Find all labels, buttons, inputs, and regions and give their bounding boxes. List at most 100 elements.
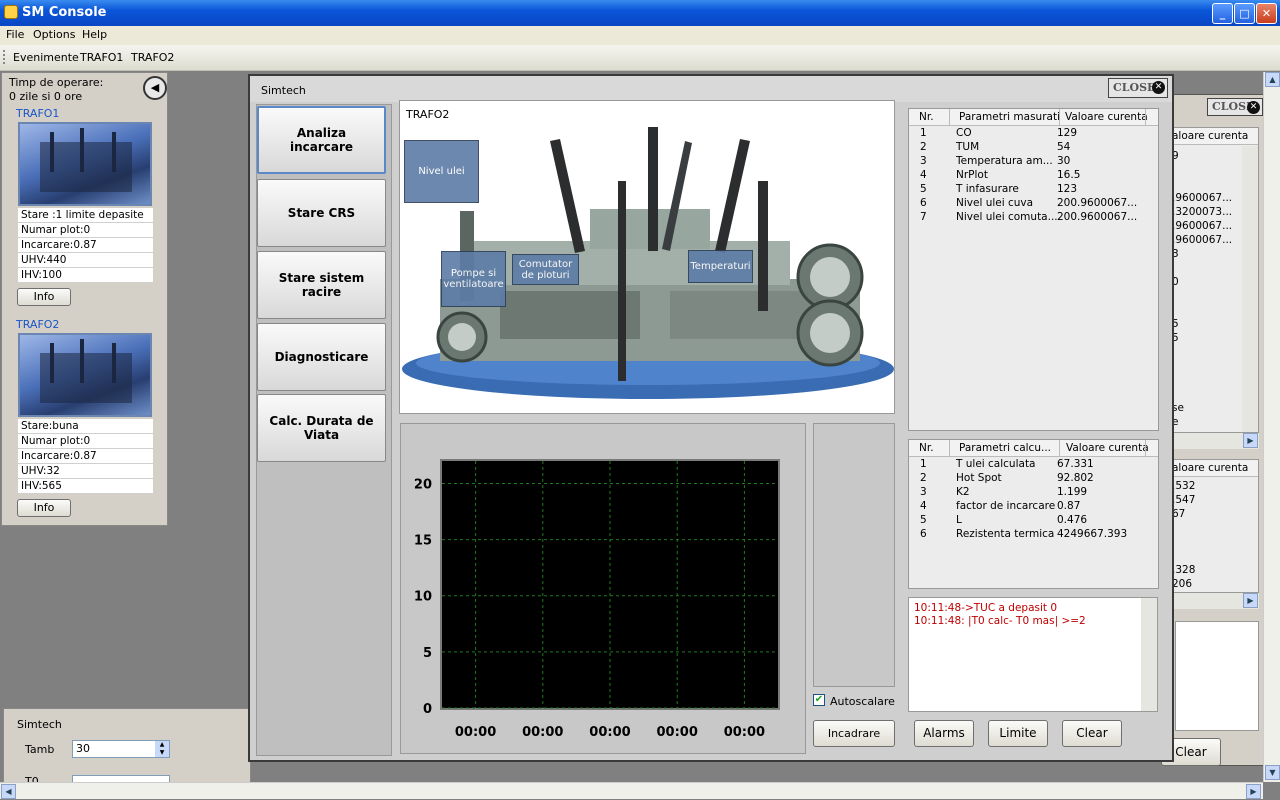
toolbar-evenimente[interactable]: Evenimente	[13, 51, 79, 64]
measured-row[interactable]: 1 CO 129	[909, 126, 1158, 140]
tamb-spinner[interactable]: ▲ ▼	[155, 741, 169, 757]
col-nr[interactable]: Nr.	[919, 111, 934, 123]
bottom-panel-title: Simtech	[17, 718, 62, 731]
row-param: CO	[956, 127, 972, 139]
row-nr: 3	[920, 155, 927, 167]
simtech-close-button[interactable]: CLOSE ✕	[1108, 78, 1168, 98]
back-hscroll-2[interactable]: ▶	[1169, 593, 1259, 609]
calculated-row[interactable]: 2 Hot Spot 92.802	[909, 471, 1158, 485]
x-tick-label: 00:00	[724, 725, 765, 740]
trafo1-info-button[interactable]: Info	[17, 288, 71, 306]
col-param[interactable]: Parametri masurati	[959, 111, 1060, 123]
row-nr: 5	[920, 514, 927, 526]
autoscale-checkbox[interactable]: ✔	[813, 694, 825, 706]
collapse-button[interactable]: ◀	[143, 76, 167, 100]
main-vscrollbar[interactable]: ▲ ▼	[1263, 72, 1280, 782]
button-analiza-incarcare[interactable]: Analiza incarcare	[257, 106, 386, 174]
close-x-icon: ✕	[1247, 101, 1260, 114]
back-table-2: aloare curenta .532 .547 67 .328 206	[1169, 459, 1259, 593]
row-nr: 1	[920, 458, 927, 470]
measured-row[interactable]: 3 Temperatura am... 30	[909, 154, 1158, 168]
tamb-label: Tamb	[25, 743, 55, 756]
alarms-button[interactable]: Alarms	[914, 720, 974, 747]
button-calc-durata-viata[interactable]: Calc. Durata de Viata	[257, 394, 386, 462]
main-hscrollbar[interactable]: ◀ ▶	[0, 782, 1263, 799]
back-close-button[interactable]: CLOSE ✕	[1207, 98, 1263, 116]
limite-button[interactable]: Limite	[988, 720, 1048, 747]
calculated-row[interactable]: 3 K2 1.199	[909, 485, 1158, 499]
scroll-up-icon[interactable]: ▲	[1265, 72, 1280, 87]
scroll-right-icon[interactable]: ▶	[1243, 433, 1258, 448]
alarm-scrollbar[interactable]	[1141, 598, 1157, 711]
col-param[interactable]: Parametri calcu...	[959, 442, 1051, 454]
button-stare-crs[interactable]: Stare CRS	[257, 179, 386, 247]
measured-row[interactable]: 4 NrPlot 16.5	[909, 168, 1158, 182]
clear-button[interactable]: Clear	[1062, 720, 1122, 747]
back-value: 67	[1172, 508, 1186, 520]
bottom-simtech-panel: Simtech Tamb 30 ▲▼ T0	[3, 708, 251, 788]
window-title: SM Console	[22, 5, 107, 20]
row-nr: 5	[920, 183, 927, 195]
row-nr: 2	[920, 472, 927, 484]
row-value: 30	[1057, 155, 1071, 167]
toolbar-trafo1[interactable]: TRAFO1	[80, 51, 123, 64]
measured-row[interactable]: 2 TUM 54	[909, 140, 1158, 154]
alarm-line-2: 10:11:48: |T0 calc- T0 mas| >=2	[914, 615, 1086, 627]
calculated-row[interactable]: 5 L 0.476	[909, 513, 1158, 527]
toolbar-trafo2[interactable]: TRAFO2	[131, 51, 174, 64]
bubble-pompe-ventilatoare[interactable]: Pompe si ventilatoare	[441, 251, 506, 307]
menu-file[interactable]: File	[6, 28, 24, 41]
row-param: Rezistenta termica	[956, 528, 1055, 540]
trafo1-title[interactable]: TRAFO1	[16, 107, 59, 120]
row-nr: 4	[920, 169, 927, 181]
close-button[interactable]: ✕	[1256, 3, 1277, 24]
trafo1-plot: Numar plot:0	[18, 223, 153, 238]
scroll-left-icon[interactable]: ◀	[1, 784, 16, 799]
back-scrollbar-1[interactable]	[1242, 146, 1258, 432]
col-value[interactable]: Valoare curenta	[1066, 442, 1149, 454]
back-hscroll-1[interactable]: ▶	[1169, 433, 1259, 449]
bubble-comutator-ploturi[interactable]: Comutator de ploturi	[512, 254, 579, 285]
calculated-row[interactable]: 6 Rezistenta termica 4249667.393	[909, 527, 1158, 541]
maximize-button[interactable]: □	[1234, 3, 1255, 24]
x-tick-label: 00:00	[455, 725, 496, 740]
simtech-title: Simtech	[261, 84, 306, 97]
back-table-2-header: aloare curenta	[1170, 460, 1258, 477]
col-value[interactable]: Valoare curenta	[1065, 111, 1148, 123]
tamb-value: 30	[76, 742, 90, 755]
row-nr: 6	[920, 197, 927, 209]
trafo2-uhv: UHV:32	[18, 464, 153, 479]
measured-row[interactable]: 7 Nivel ulei comuta... 200.9600067...	[909, 210, 1158, 224]
trafo2-title[interactable]: TRAFO2	[16, 318, 59, 331]
toolbar-grip	[3, 50, 6, 64]
trafo2-image[interactable]	[18, 333, 152, 417]
minimize-button[interactable]: _	[1212, 3, 1233, 24]
tamb-input[interactable]: 30 ▲ ▼	[72, 740, 170, 758]
calculated-row[interactable]: 4 factor de incarcare 0.87	[909, 499, 1158, 513]
alarm-line-1: 10:11:48->TUC a depasit 0	[914, 602, 1058, 614]
row-param: Nivel ulei comuta...	[956, 211, 1058, 223]
col-nr[interactable]: Nr.	[919, 442, 934, 454]
chart-side-panel	[813, 423, 895, 687]
button-diagnosticare[interactable]: Diagnosticare	[257, 323, 386, 391]
back-value: .3200073...	[1172, 206, 1233, 218]
menu-help[interactable]: Help	[82, 28, 107, 41]
bubble-nivel-ulei[interactable]: Nivel ulei	[404, 140, 479, 203]
row-param: Temperatura am...	[956, 155, 1053, 167]
trafo1-image[interactable]	[18, 122, 152, 206]
scroll-down-icon[interactable]: ▼	[1265, 765, 1280, 780]
measured-table-header: Nr. Parametri masurati Valoare curenta	[909, 109, 1158, 126]
bubble-temperaturi[interactable]: Temperaturi	[688, 250, 753, 283]
row-value: 123	[1057, 183, 1078, 195]
measured-row[interactable]: 6 Nivel ulei cuva 200.9600067...	[909, 196, 1158, 210]
menu-options[interactable]: Options	[33, 28, 75, 41]
measured-row[interactable]: 5 T infasurare 123	[909, 182, 1158, 196]
fit-button[interactable]: Incadrare	[813, 720, 895, 747]
calculated-row[interactable]: 1 T ulei calculata 67.331	[909, 457, 1158, 471]
scroll-right-icon[interactable]: ▶	[1243, 593, 1258, 608]
scroll-right-icon[interactable]: ▶	[1246, 784, 1261, 799]
button-stare-sistem-racire[interactable]: Stare sistem racire	[257, 251, 386, 319]
toolbar: Evenimente TRAFO1 TRAFO2	[0, 45, 1280, 71]
trafo2-info-button[interactable]: Info	[17, 499, 71, 517]
back-value: .9600067...	[1172, 220, 1233, 232]
